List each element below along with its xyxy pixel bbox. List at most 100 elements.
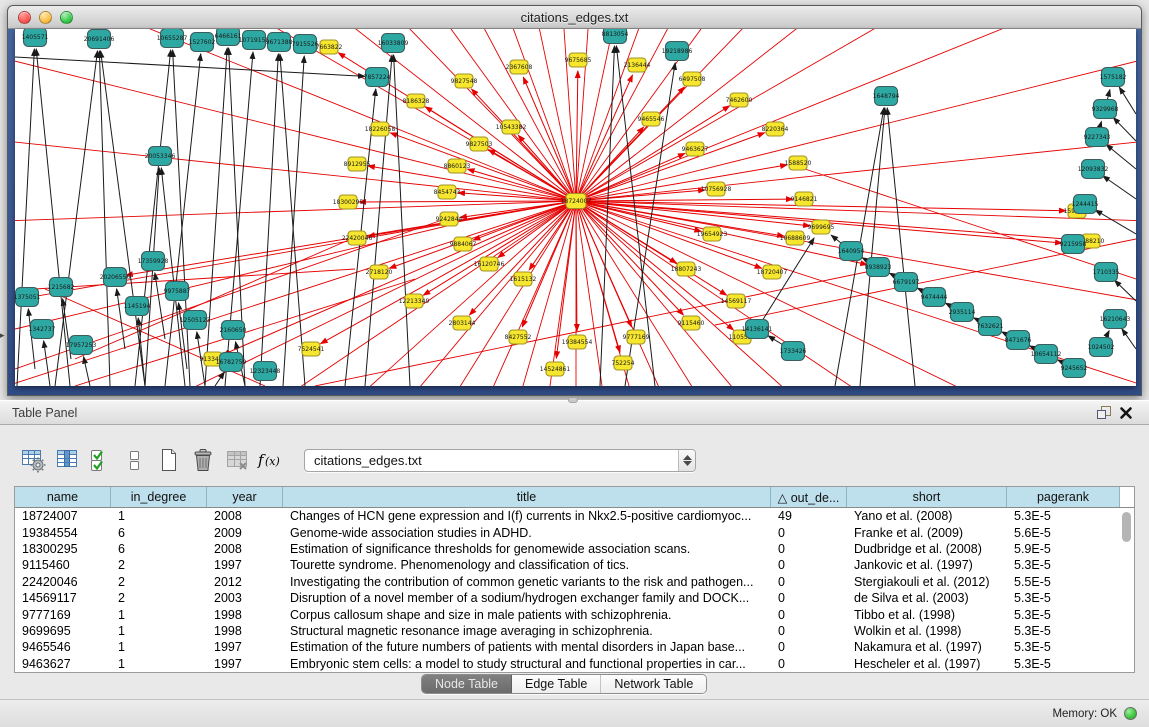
network-node[interactable]: 9242844 (436, 212, 463, 226)
column-header-name[interactable]: name (15, 487, 111, 507)
network-node[interactable]: 9671388 (266, 33, 293, 52)
network-node[interactable]: 9975887 (164, 282, 191, 301)
network-node[interactable]: 1648794 (873, 87, 900, 106)
network-node[interactable]: 20053346 (145, 147, 176, 166)
network-node[interactable]: 1588520 (785, 156, 812, 170)
dropdown-stepper-icon[interactable] (678, 450, 695, 471)
network-node[interactable]: 16120746 (474, 257, 505, 271)
network-view-window[interactable]: citations_edges.txt 18724007914682115885… (7, 5, 1142, 396)
network-canvas[interactable]: 1872400791468211588520822036474626006497… (15, 29, 1136, 386)
new-column-icon[interactable] (154, 445, 184, 475)
network-node[interactable]: 9675685 (565, 53, 592, 67)
network-node[interactable]: 8938923 (865, 258, 892, 277)
zoom-window-icon[interactable] (60, 11, 73, 24)
network-node[interactable]: 7524541 (298, 342, 325, 356)
window-titlebar[interactable]: citations_edges.txt (8, 6, 1141, 29)
network-node[interactable]: 19654923 (697, 227, 728, 241)
network-node[interactable]: 18807243 (671, 262, 702, 276)
network-node[interactable]: 9227343 (1084, 128, 1111, 147)
network-node[interactable]: 9463627 (682, 142, 709, 156)
column-header-year[interactable]: year (207, 487, 283, 507)
network-node[interactable]: 1405571 (22, 29, 49, 47)
network-node[interactable]: 6466161 (215, 29, 242, 46)
network-node[interactable]: 2803144 (449, 316, 476, 330)
network-node[interactable]: 12213349 (399, 294, 430, 308)
network-node[interactable]: 6497508 (679, 72, 706, 86)
network-node[interactable]: 10654112 (1031, 345, 1062, 364)
memory-ok-indicator-icon[interactable] (1124, 707, 1137, 720)
table-row[interactable]: 1938455462009Genome-wide association stu… (15, 524, 1134, 540)
network-node[interactable]: 22420046 (342, 231, 373, 245)
network-node[interactable]: 7915526 (292, 35, 319, 54)
column-header-title[interactable]: title (283, 487, 771, 507)
tab-network-table[interactable]: Network Table (601, 675, 706, 693)
close-panel-icon[interactable] (1115, 404, 1137, 422)
network-node[interactable]: 9827548 (451, 74, 478, 88)
select-all-check-icon[interactable] (86, 445, 116, 475)
network-node[interactable]: 8186328 (403, 94, 430, 108)
network-node[interactable]: 10688609 (780, 231, 811, 245)
network-node[interactable]: 18226058 (365, 122, 396, 136)
scrollbar-thumb[interactable] (1122, 512, 1131, 542)
network-node[interactable]: 6679197 (893, 273, 920, 292)
network-node[interactable]: 1710335 (1093, 263, 1120, 282)
network-node[interactable]: 20691406 (84, 30, 115, 49)
network-node[interactable]: 9115460 (678, 316, 705, 330)
float-window-icon[interactable] (1093, 404, 1115, 422)
network-node[interactable]: 1215682 (48, 278, 75, 297)
network-node[interactable]: 1733426 (780, 342, 807, 361)
network-node[interactable]: 17359928 (138, 252, 169, 271)
network-node[interactable]: 1342737 (29, 320, 56, 339)
network-node[interactable]: 19384554 (562, 335, 593, 349)
network-node[interactable]: 14569117 (721, 294, 752, 308)
column-header-out_de[interactable]: △ out_de... (771, 487, 847, 507)
network-node[interactable]: 2136444 (624, 58, 651, 72)
minimize-window-icon[interactable] (39, 11, 52, 24)
network-node[interactable]: 8454743 (434, 185, 461, 199)
tab-node-table[interactable]: Node Table (422, 675, 512, 693)
network-node[interactable]: 1244415 (1072, 195, 1099, 214)
tab-edge-table[interactable]: Edge Table (512, 675, 601, 693)
table-row[interactable]: 977716911998Corpus callosum shape and si… (15, 606, 1134, 622)
table-scrollbar[interactable] (1122, 512, 1131, 662)
network-node[interactable]: 7857224 (364, 68, 391, 87)
delete-table-icon[interactable] (222, 445, 252, 475)
network-node[interactable]: 18300295 (333, 195, 364, 209)
network-node[interactable]: 17957253 (66, 336, 97, 355)
network-node[interactable]: 1024502 (1088, 338, 1115, 357)
network-node[interactable]: 8220364 (762, 122, 789, 136)
network-node[interactable]: 16033809 (378, 34, 409, 53)
network-node[interactable]: 7663822 (316, 40, 343, 54)
table-row[interactable]: 911546021997Tourette syndrome. Phenomeno… (15, 557, 1134, 573)
network-graph[interactable]: 1872400791468211588520822036474626006497… (15, 29, 1136, 386)
network-node[interactable]: 12323448 (250, 362, 281, 381)
network-node[interactable]: 12093832 (1078, 160, 1109, 179)
network-node[interactable]: 2160650 (220, 321, 247, 340)
network-node[interactable]: 8912955 (344, 157, 371, 171)
network-node[interactable]: 9884067 (450, 237, 477, 251)
table-row[interactable]: 946362711997Embryonic stem cells: a mode… (15, 656, 1134, 672)
network-node[interactable]: 2367608 (506, 60, 533, 74)
collapsed-panel-arrow-icon[interactable]: ▸ (0, 330, 5, 341)
network-node[interactable]: 9699695 (808, 220, 835, 234)
network-node[interactable]: 10756928 (701, 182, 732, 196)
column-header-pagerank[interactable]: pagerank (1007, 487, 1120, 507)
network-node[interactable]: 1527602 (189, 33, 216, 52)
network-node[interactable]: 1615132 (510, 272, 537, 286)
network-node[interactable]: 9777169 (623, 330, 650, 344)
network-node[interactable]: 10655287 (157, 29, 188, 48)
table-row[interactable]: 1456911722003Disruption of a novel membe… (15, 590, 1134, 606)
network-node[interactable]: 9146821 (791, 192, 818, 206)
network-node[interactable]: 1145194 (124, 297, 151, 316)
network-node[interactable]: 16782759 (216, 353, 247, 372)
pane-divider-grip[interactable] (568, 397, 578, 403)
network-node[interactable]: 8471676 (1005, 331, 1032, 350)
network-node[interactable]: 2718120 (366, 265, 393, 279)
table-row[interactable]: 969969511998Structural magnetic resonanc… (15, 623, 1134, 639)
table-columns-icon[interactable] (52, 445, 82, 475)
network-node[interactable]: 9474444 (921, 288, 948, 307)
unselect-all-icon[interactable] (120, 445, 150, 475)
close-window-icon[interactable] (18, 11, 31, 24)
network-node[interactable]: 1575182 (1100, 68, 1127, 87)
network-node[interactable]: 14136141 (742, 320, 773, 339)
